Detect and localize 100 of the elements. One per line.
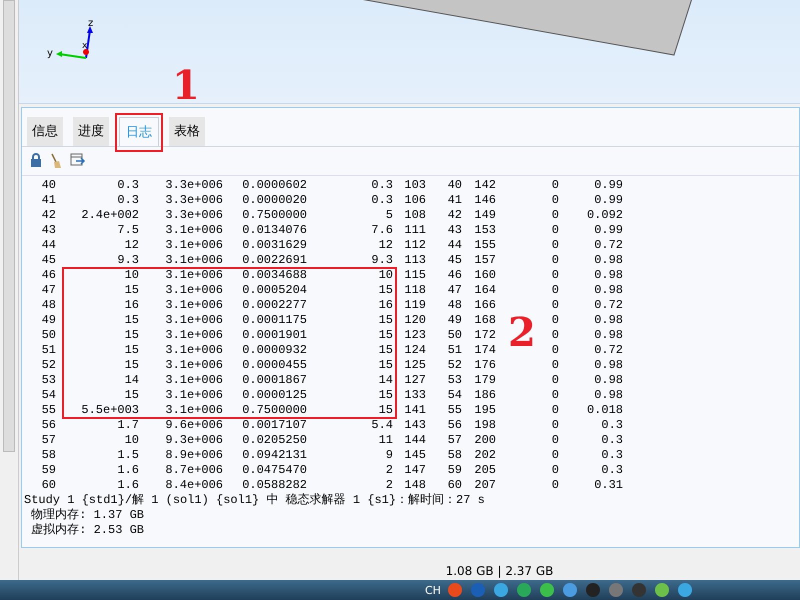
axis-triad-drawing: z x y (46, 18, 100, 62)
log-value: 51 (42, 343, 56, 357)
log-value: 3.1e+006 (165, 358, 223, 372)
log-value: 0.0134076 (242, 223, 307, 237)
log-value: 143 (404, 418, 426, 432)
log-value: 60 (448, 478, 462, 492)
log-value: 54 (42, 388, 56, 402)
log-value: 0.98 (594, 328, 623, 342)
log-value: 186 (474, 388, 496, 402)
log-value: 8.7e+006 (165, 463, 223, 477)
log-value: 3.1e+006 (165, 268, 223, 282)
tab[interactable]: 信息 (27, 117, 63, 146)
lock-icon[interactable] (30, 153, 42, 167)
log-value: 49 (448, 313, 462, 327)
log-value: 0 (552, 358, 559, 372)
export-icon[interactable] (70, 153, 86, 166)
log-message: 虚拟内存: 2.53 GB (30, 523, 144, 538)
log-value: 50 (42, 328, 56, 342)
log-value: 0.99 (594, 193, 623, 207)
log-value: 1.6 (117, 463, 139, 477)
log-value: 0.98 (594, 313, 623, 327)
log-value: 145 (404, 448, 426, 462)
log-value: 179 (474, 373, 496, 387)
log-value: 52 (42, 358, 56, 372)
log-value: 3.3e+006 (165, 178, 223, 192)
tray-icon[interactable] (516, 583, 531, 597)
log-value: 0 (552, 268, 559, 282)
log-value: 0 (552, 448, 559, 462)
log-value: 12 (378, 238, 393, 252)
log-value: 0 (552, 253, 559, 267)
log-value: 59 (448, 463, 462, 477)
log-value: 49 (42, 313, 56, 327)
log-value: 15 (378, 328, 393, 342)
log-value: 58 (42, 448, 56, 462)
log-value: 111 (404, 223, 426, 237)
log-value: 15 (124, 283, 139, 297)
log-value: 147 (404, 463, 426, 477)
tab[interactable]: 表格 (169, 117, 205, 146)
language-indicator[interactable]: CH (425, 584, 441, 596)
log-value: 127 (404, 373, 426, 387)
log-value: 3.1e+006 (165, 223, 223, 237)
log-value: 3.1e+006 (165, 328, 223, 342)
log-value: 3.1e+006 (165, 388, 223, 402)
log-value: 118 (404, 283, 426, 297)
log-value: 3.3e+006 (165, 208, 223, 222)
log-value: 0.99 (594, 223, 623, 237)
log-value: 41 (42, 193, 56, 207)
log-value: 15 (378, 358, 393, 372)
tray-icon[interactable] (586, 583, 600, 597)
log-value: 1.7 (117, 418, 139, 432)
log-value: 0 (552, 283, 559, 297)
log-value: 0 (552, 223, 559, 237)
log-value: 124 (404, 343, 426, 357)
log-value: 125 (404, 358, 426, 372)
tray-icon[interactable] (608, 583, 623, 597)
tray-icon[interactable] (654, 583, 669, 597)
log-value: 57 (42, 433, 56, 447)
log-value: 0.0031629 (242, 238, 307, 252)
tab[interactable]: 进度 (73, 117, 109, 146)
log-value: 0.3 (601, 418, 623, 432)
log-value: 2 (386, 478, 393, 492)
log-value: 120 (404, 313, 426, 327)
log-value: 142 (474, 178, 496, 192)
log-value: 54 (448, 388, 462, 402)
annotation-number: 2 (508, 313, 536, 353)
log-value: 176 (474, 358, 496, 372)
log-value: 48 (42, 298, 56, 312)
tray-icon[interactable] (632, 583, 646, 597)
tray-icon[interactable] (494, 583, 508, 597)
log-value: 0.3 (371, 193, 393, 207)
tray-icon[interactable] (540, 583, 554, 597)
broom-icon[interactable] (50, 153, 62, 169)
log-value: 0.0000455 (242, 358, 307, 372)
log-value: 52 (448, 358, 462, 372)
log-value: 0.0205250 (242, 433, 307, 447)
scrollbar[interactable] (3, 0, 15, 452)
log-value: 16 (378, 298, 393, 312)
log-value: 0 (552, 433, 559, 447)
log-value: 47 (448, 283, 462, 297)
log-value: 44 (448, 238, 462, 252)
log-value: 148 (404, 478, 426, 492)
tray-icon[interactable] (678, 583, 692, 597)
log-value: 0.0002277 (242, 298, 307, 312)
log-value: 10 (378, 268, 393, 282)
log-value: 56 (42, 418, 56, 432)
log-value: 0.0942131 (242, 448, 307, 462)
tray-icon[interactable] (562, 583, 577, 597)
log-value: 15 (124, 328, 139, 342)
log-message: 物理内存: 1.37 GB (30, 508, 144, 523)
log-value: 144 (404, 433, 426, 447)
tray-icon[interactable] (448, 583, 462, 597)
log-value: 0.0022691 (242, 253, 307, 267)
log-value: 55 (42, 403, 56, 417)
log-value: 0 (552, 193, 559, 207)
log-value: 9.6e+006 (165, 418, 223, 432)
log-value: 60 (42, 478, 56, 492)
log-value: 3.1e+006 (165, 283, 223, 297)
log-value: 0 (552, 238, 559, 252)
log-value: 59 (42, 463, 56, 477)
log-value: 15 (378, 283, 393, 297)
